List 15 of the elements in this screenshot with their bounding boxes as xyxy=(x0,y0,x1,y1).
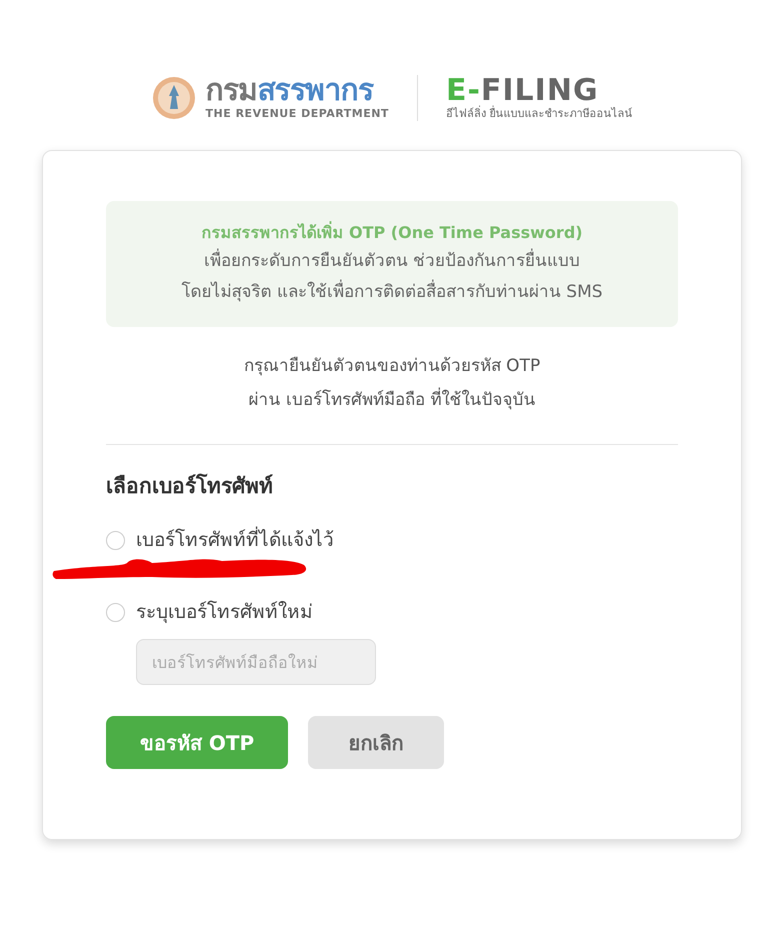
radio-button[interactable] xyxy=(106,530,125,550)
cancel-button[interactable]: ยกเลิก xyxy=(308,716,444,769)
notice-text: โดยไม่สุจริต และใช้เพื่อการติดต่อสื่อสารกับท่านผ่าน SMS xyxy=(181,277,603,308)
notice-title: กรมสรรพากรได้เพิ่ม OTP (One Time Password) xyxy=(201,220,583,244)
radio-label[interactable]: เบอร์โทรศัพท์ที่ได้แจ้งไว้ xyxy=(136,527,334,553)
efiling-wordmark: E-FILING xyxy=(446,75,599,107)
logo-subtitle: THE REVENUE DEPARTMENT xyxy=(206,107,389,121)
radio-button[interactable] xyxy=(106,602,125,622)
instruction-text: ผ่าน เบอร์โทรศัพท์มือถือ ที่ใช้ในปัจจุบัน xyxy=(248,383,536,417)
radio-label[interactable]: ระบุเบอร์โทรศัพท์ใหม่ xyxy=(136,599,313,625)
notice-text: เพื่อยกระดับการยืนยันตัวตน ช่วยป้องกันการยื่นแบบ xyxy=(204,246,580,277)
section-heading: เลือกเบอร์โทรศัพท์ xyxy=(106,472,274,500)
instruction-text: กรุณายืนยันตัวตนของท่านด้วยรหัส OTP xyxy=(244,355,540,378)
logo-wordmark: กรมสรรพากร xyxy=(206,75,375,107)
efiling-tagline: อีไฟล์ลิ่ง ยื่นแบบและชำระภาษีออนไลน์ xyxy=(446,107,632,121)
